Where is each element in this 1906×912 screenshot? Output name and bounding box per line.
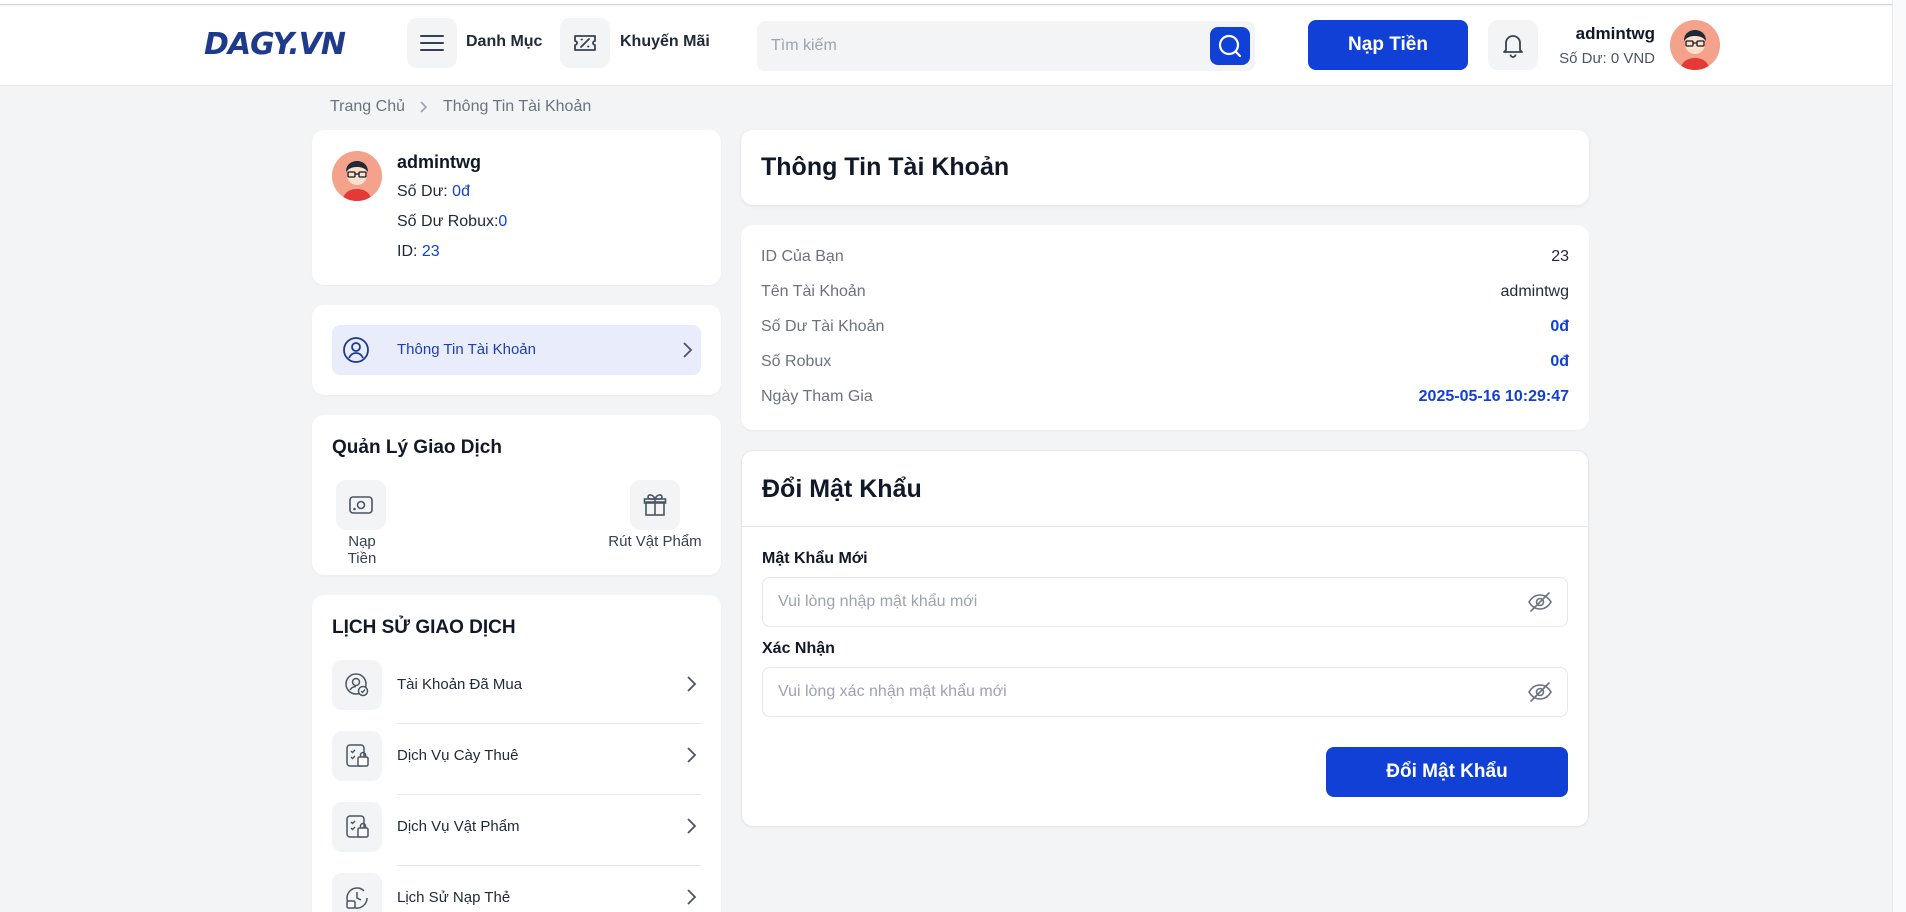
card-divider <box>742 526 1588 527</box>
quick-withdraw-label[interactable]: Rút Vật Phẩm <box>605 533 705 550</box>
search-icon <box>1218 34 1242 58</box>
history-item-label: Tài Khoản Đã Mua <box>397 676 523 693</box>
hamburger-icon <box>420 35 444 51</box>
promo-label[interactable]: Khuyến Mãi <box>620 33 710 51</box>
info-row-join-date: Ngày Tham Gia 2025-05-16 10:29:47 <box>761 388 1569 408</box>
user-check-icon <box>345 673 369 697</box>
avatar-icon <box>332 151 382 201</box>
info-label: ID Của Bạn <box>761 248 844 265</box>
ticket-icon <box>574 35 596 51</box>
quick-topup-button[interactable] <box>336 480 386 530</box>
info-row-username: Tên Tài Khoản admintwg <box>761 283 1569 303</box>
profile-balance-label: Số Dư: <box>397 183 453 200</box>
info-value: 23 <box>1551 248 1569 265</box>
history-icon-box <box>332 660 382 710</box>
new-password-label: Mật Khẩu Mới <box>762 550 868 567</box>
history-item-item-service[interactable]: Dịch Vụ Vật Phẩm <box>332 802 701 866</box>
menu-button[interactable] <box>407 18 457 68</box>
promo-button[interactable] <box>560 18 610 68</box>
history-item-boosting-service[interactable]: Dịch Vụ Cày Thuê <box>332 731 701 795</box>
profile-id: ID: 23 <box>397 243 440 261</box>
profile-robux-label: Số Dư Robux: <box>397 213 499 230</box>
quick-topup-label[interactable]: Nạp Tiền <box>332 533 392 567</box>
info-row-balance: Số Dư Tài Khoản 0đ <box>761 318 1569 338</box>
search-button[interactable] <box>1210 27 1250 65</box>
breadcrumb-current: Thông Tin Tài Khoản <box>443 98 592 115</box>
profile-balance-value: 0đ <box>452 183 470 200</box>
eye-off-icon[interactable] <box>1527 681 1553 703</box>
history-divider <box>397 865 701 866</box>
chevron-right-icon <box>687 818 697 834</box>
info-value: 0đ <box>1550 318 1569 335</box>
confirm-password-field <box>762 667 1568 717</box>
header-username[interactable]: admintwg <box>1520 24 1655 44</box>
search-input[interactable] <box>771 21 1191 71</box>
history-item-label: Lịch Sử Nạp Thẻ <box>397 889 511 906</box>
new-password-field <box>762 577 1568 627</box>
profile-balance: Số Dư: 0đ <box>397 183 470 201</box>
info-label: Số Dư Tài Khoản <box>761 318 885 335</box>
profile-card <box>312 130 721 285</box>
menu-label[interactable]: Danh Mục <box>466 33 542 51</box>
history-item-label: Dịch Vụ Vật Phẩm <box>397 818 520 835</box>
chevron-right-icon <box>420 101 428 113</box>
info-value: 2025-05-16 10:29:47 <box>1418 388 1569 405</box>
history-divider <box>397 794 701 795</box>
item-list-icon <box>346 815 369 838</box>
change-password-button[interactable]: Đổi Mật Khẩu <box>1326 747 1568 797</box>
avatar-icon <box>1670 20 1720 70</box>
history-icon-box <box>332 802 382 852</box>
confirm-password-input[interactable] <box>778 668 1498 716</box>
history-item-card-topup-history[interactable]: Lịch Sử Nạp Thẻ <box>332 873 701 912</box>
breadcrumb-home[interactable]: Trang Chủ <box>330 98 405 116</box>
menu-item-label: Thông Tin Tài Khoản <box>397 341 536 358</box>
transaction-title: Quản Lý Giao Dịch <box>332 437 502 458</box>
chevron-right-icon <box>683 342 693 358</box>
service-list-icon <box>346 744 369 767</box>
user-circle-icon <box>343 337 369 363</box>
profile-id-label: ID: <box>397 243 422 260</box>
info-row-id: ID Của Bạn 23 <box>761 248 1569 268</box>
history-title: LỊCH SỬ GIAO DỊCH <box>332 617 516 638</box>
topup-button[interactable]: Nạp Tiền <box>1308 20 1468 70</box>
info-label: Số Robux <box>761 353 832 370</box>
profile-id-value: 23 <box>421 243 440 260</box>
info-value: admintwg <box>1500 283 1569 300</box>
history-icon-box <box>332 873 382 912</box>
menu-item-account-info[interactable]: Thông Tin Tài Khoản <box>332 325 701 375</box>
logo-wordmark: DAGY.VN <box>204 26 346 62</box>
gift-icon <box>643 494 667 516</box>
info-row-robux: Số Robux 0đ <box>761 353 1569 373</box>
history-icon-box <box>332 731 382 781</box>
quick-withdraw-button[interactable] <box>630 480 680 530</box>
site-header: DAGY.VN Danh Mục Khuyến Mãi Nạp Tiền adm… <box>0 6 1906 86</box>
new-password-input[interactable] <box>778 578 1498 626</box>
clock-card-icon <box>346 887 368 909</box>
chevron-right-icon <box>687 889 697 905</box>
money-icon <box>349 496 373 514</box>
window-top-edge <box>0 0 1906 5</box>
profile-avatar <box>332 151 382 201</box>
breadcrumb: Trang Chủ Thông Tin Tài Khoản <box>330 98 591 116</box>
chevron-right-icon <box>687 747 697 763</box>
change-password-title: Đổi Mật Khẩu <box>762 475 922 503</box>
eye-off-icon[interactable] <box>1527 591 1553 613</box>
site-logo[interactable]: DAGY.VN <box>204 22 346 66</box>
header-balance: Số Dư: 0 VND <box>1559 50 1655 67</box>
info-value: 0đ <box>1550 353 1569 370</box>
confirm-password-label: Xác Nhận <box>762 640 835 657</box>
info-label: Ngày Tham Gia <box>761 388 873 405</box>
info-label: Tên Tài Khoản <box>761 283 866 300</box>
page-scrollbar[interactable] <box>1892 0 1906 912</box>
page-title: Thông Tin Tài Khoản <box>761 153 1010 181</box>
history-divider <box>397 723 701 724</box>
profile-name: admintwg <box>397 152 481 172</box>
profile-robux: Số Dư Robux:0 <box>397 213 507 231</box>
profile-robux-value: 0 <box>498 213 508 230</box>
chevron-right-icon <box>687 676 697 692</box>
header-avatar[interactable] <box>1670 20 1720 70</box>
history-item-label: Dịch Vụ Cày Thuê <box>397 747 519 764</box>
search-bar <box>757 21 1255 71</box>
history-item-purchased-accounts[interactable]: Tài Khoản Đã Mua <box>332 660 701 724</box>
